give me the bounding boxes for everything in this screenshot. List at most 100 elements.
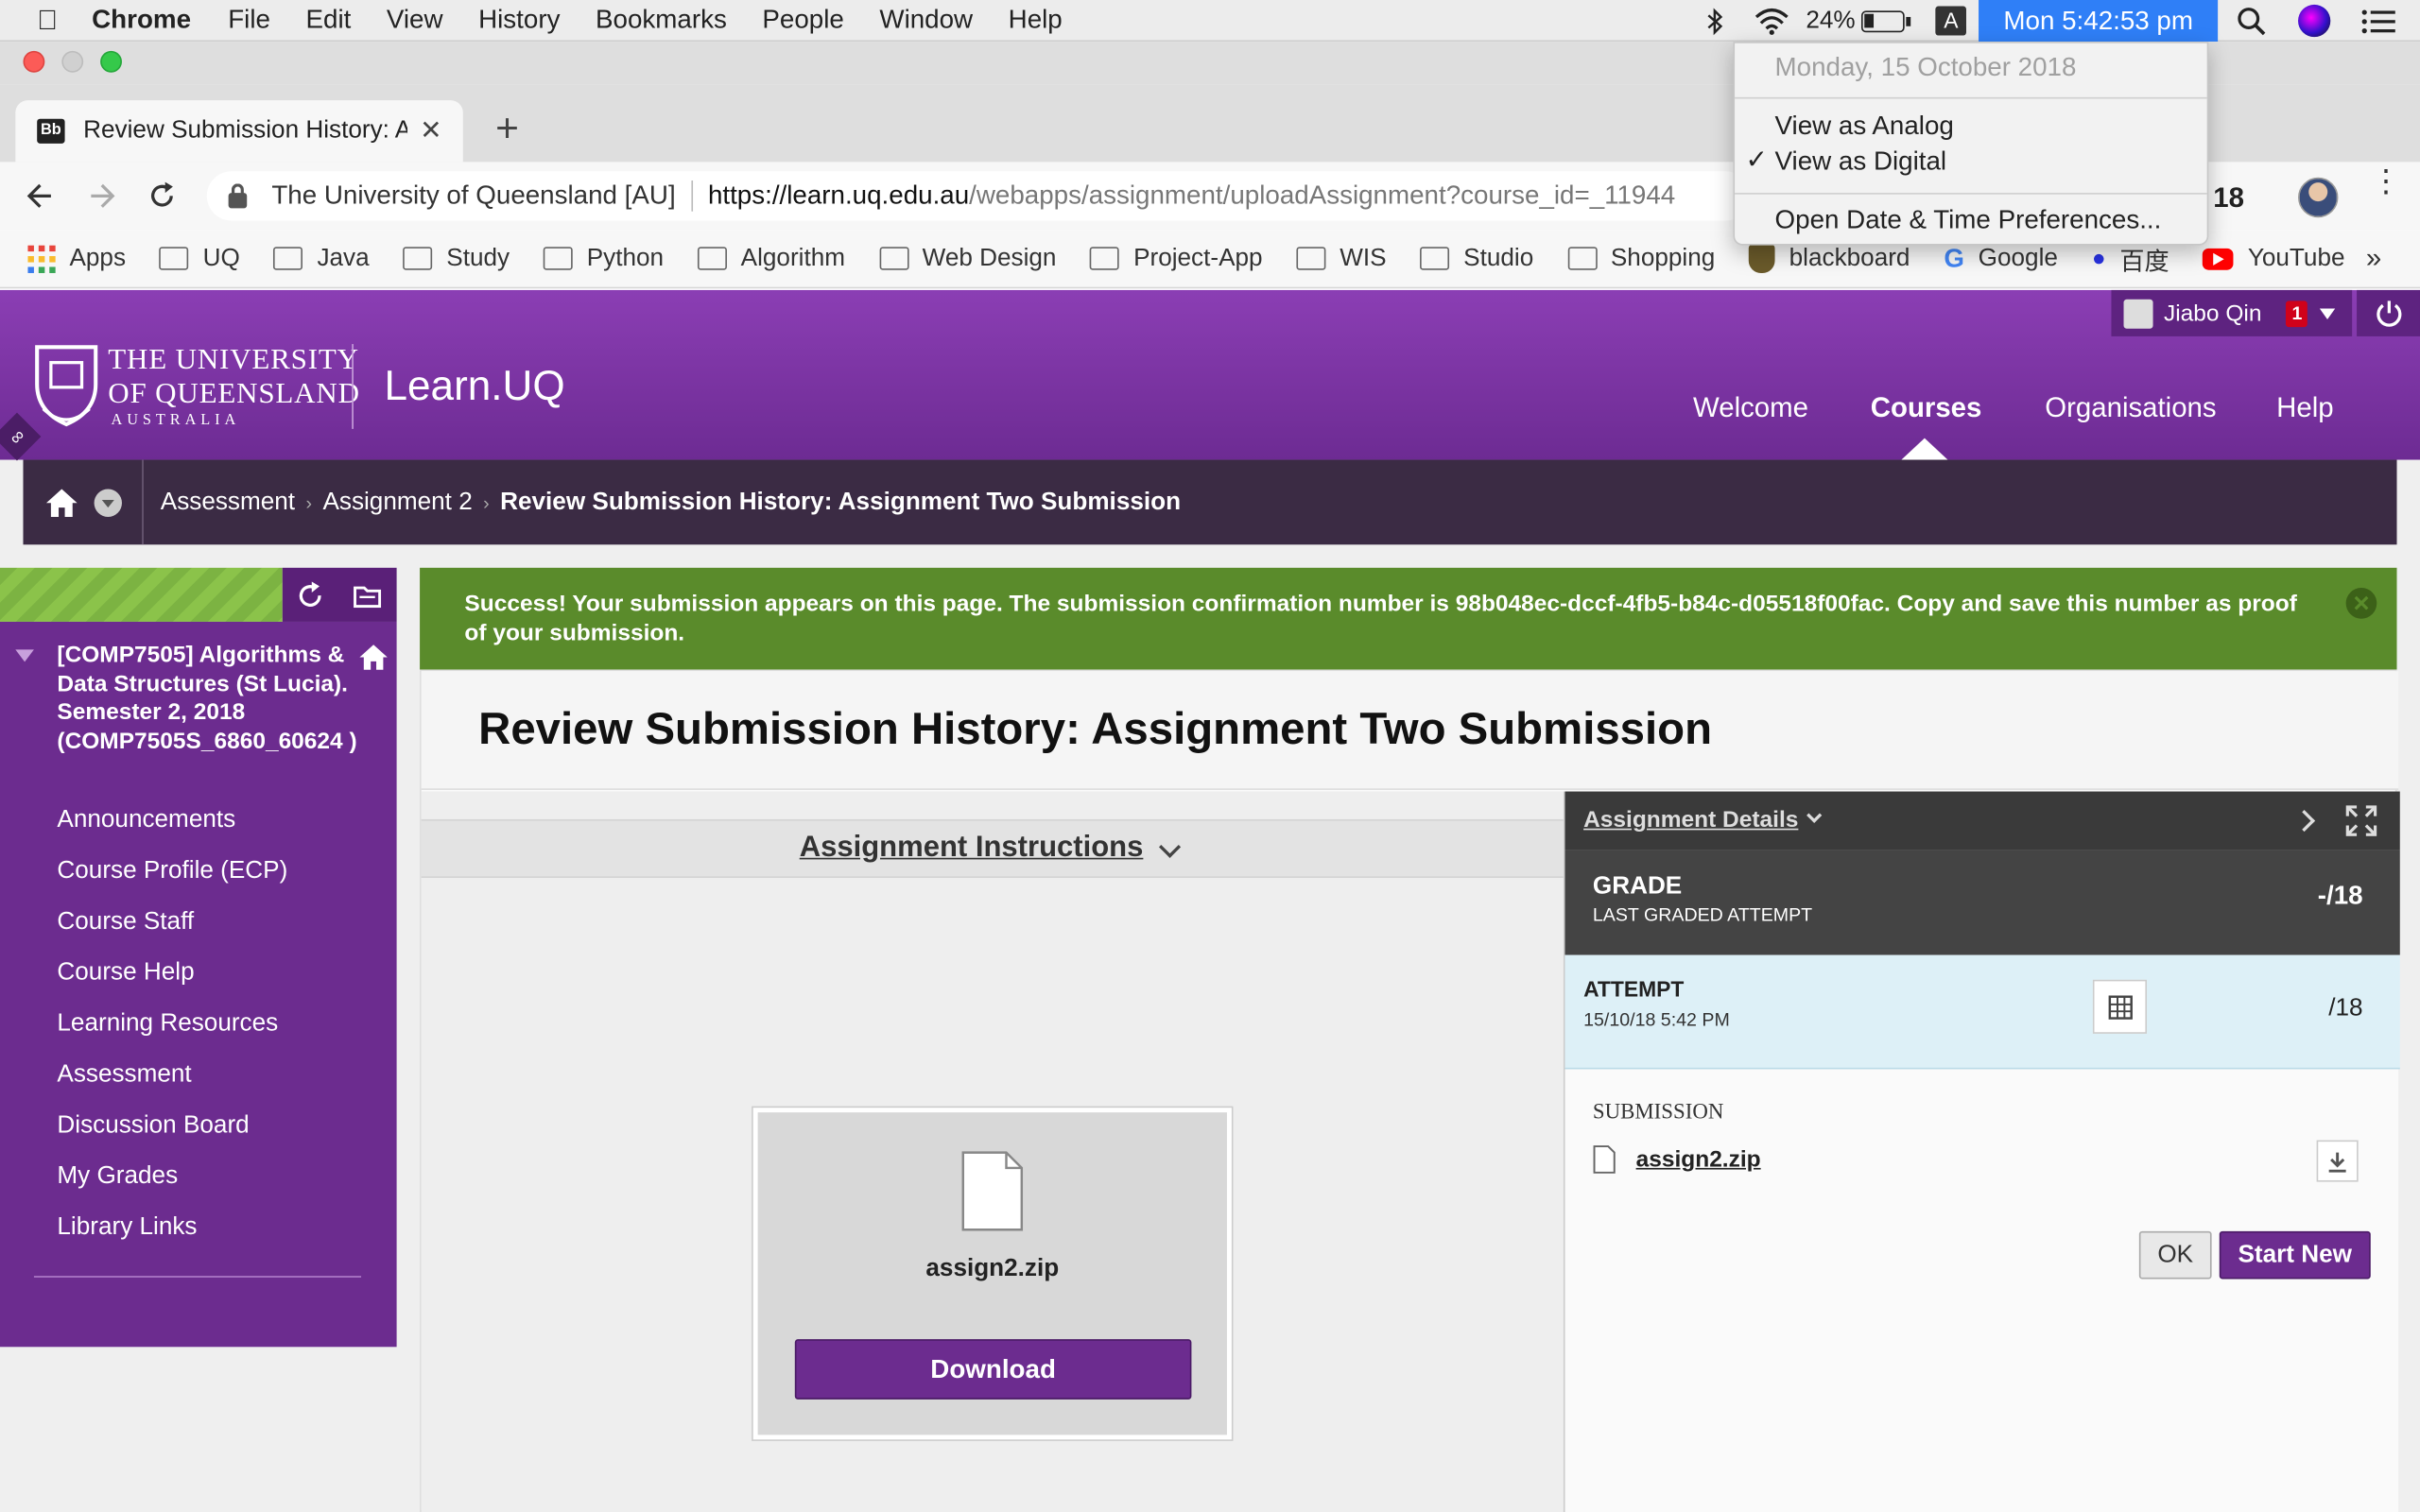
spotlight-search-icon[interactable] [2237,6,2268,37]
apple-icon[interactable]:  [37,4,58,36]
user-menu[interactable]: Jiabo Qin 1 [2111,289,2353,336]
course-home-icon[interactable] [358,644,389,671]
refresh-icon[interactable] [296,581,323,610]
collapse-triangle-icon[interactable] [15,649,34,662]
bookmark-baidu[interactable]: ● 百度 [2092,240,2169,277]
sidebar-item-announcements[interactable]: Announcements [57,807,235,834]
bookmark-folder-web-design[interactable]: Web Design [878,245,1056,272]
site-identity[interactable]: The University of Queensland [AU] [271,180,675,212]
submission-file-link[interactable]: assign2.zip [1636,1146,1761,1173]
bookmark-blackboard[interactable]: blackboard [1749,243,1910,273]
input-source-icon[interactable]: A [1935,6,1967,36]
attempt-row[interactable]: ATTEMPT 15/10/18 5:42 PM /18 [1564,954,2400,1070]
nav-welcome[interactable]: Welcome [1693,392,1808,424]
breadcrumb-assessment[interactable]: Assessment [161,489,295,516]
menu-view-analog[interactable]: View as Analog [1775,112,1954,143]
ok-button[interactable]: OK [2138,1230,2212,1280]
bookmarks-overflow-chevron[interactable]: » [2366,242,2381,274]
logout-power-icon[interactable] [2357,289,2420,336]
extension-counter[interactable]: 18 [2213,182,2244,215]
menu-view[interactable]: View [387,5,443,36]
chevron-right-icon[interactable] [2293,810,2316,833]
bookmark-folder-java[interactable]: Java [273,245,370,272]
bookmark-label: Shopping [1610,244,1716,271]
menu-help[interactable]: Help [1009,5,1063,36]
sidebar-progress [0,567,283,622]
new-tab-button[interactable]: + [495,108,519,147]
sidebar-item-course-profile[interactable]: Course Profile (ECP) [57,858,287,885]
notification-badge[interactable]: 1 [2286,300,2308,327]
menu-bookmarks[interactable]: Bookmarks [596,5,727,36]
menu-clock[interactable]: Mon 5:42:53 pm [1979,0,2219,43]
menu-app-name[interactable]: Chrome [92,5,191,36]
forward-arrow-icon[interactable] [86,180,117,212]
dismiss-close-icon[interactable]: ✕ [2345,588,2377,619]
start-new-button[interactable]: Start New [2219,1230,2371,1280]
battery-icon[interactable] [1861,9,1911,32]
menu-people[interactable]: People [762,5,843,36]
sidebar-item-discussion-board[interactable]: Discussion Board [57,1112,249,1140]
product-name[interactable]: Learn.UQ [385,363,565,411]
bookmark-folder-project-app[interactable]: Project-App [1090,245,1263,272]
details-toggle[interactable]: Assignment Details [1583,807,1798,833]
grade-table-icon[interactable] [2092,979,2148,1034]
submission-label: SUBMISSION [1592,1101,1724,1125]
siri-icon[interactable] [2298,4,2331,38]
bookmark-folder-study[interactable]: Study [403,245,510,272]
profile-avatar[interactable] [2298,177,2339,218]
bookmark-folder-uq[interactable]: UQ [159,245,240,272]
menu-view-digital[interactable]: View as Digital [1775,146,1947,178]
wifi-icon[interactable] [1754,7,1790,35]
menu-window[interactable]: Window [879,5,973,36]
bookmark-folder-studio[interactable]: Studio [1420,245,1533,272]
bookmark-google[interactable]: G Google [1944,243,2058,274]
bookmark-folder-shopping[interactable]: Shopping [1567,245,1715,272]
course-title[interactable]: [COMP7505] Algorithms & Data Structures … [57,642,362,756]
sidebar-item-learning-resources[interactable]: Learning Resources [57,1010,278,1038]
bookmark-label: 百度 [2119,249,2169,276]
bookmark-label: Google [1978,244,2058,271]
back-arrow-icon[interactable] [25,180,56,212]
browser-menu-icon[interactable]: ⋮ [2371,166,2402,198]
chevron-down-icon[interactable] [1806,807,1823,823]
nav-organisations[interactable]: Organisations [2045,392,2216,424]
nav-help[interactable]: Help [2276,392,2333,424]
close-window-button[interactable] [23,50,45,73]
sidebar-item-library-links[interactable]: Library Links [57,1214,197,1242]
bookmark-youtube[interactable]: YouTube [2203,245,2345,272]
download-button[interactable]: Download [794,1339,1192,1400]
bluetooth-icon[interactable] [1704,7,1726,35]
bookmark-folder-python[interactable]: Python [543,245,664,272]
download-icon[interactable] [2316,1140,2359,1182]
sidebar-item-course-staff[interactable]: Course Staff [57,909,194,936]
folder-icon [1420,247,1450,270]
tab-active[interactable]: Bb Review Submission History: As ✕ [15,100,463,163]
sidebar-item-my-grades[interactable]: My Grades [57,1163,178,1191]
breadcrumb-menu-icon[interactable] [94,488,122,517]
minimize-window-button[interactable] [61,50,84,73]
menu-edit[interactable]: Edit [305,5,351,36]
tab-close-icon[interactable]: ✕ [420,115,441,146]
instructions-toggle[interactable]: Assignment Instructions [800,832,1144,866]
reload-icon[interactable] [147,180,178,212]
expand-fullscreen-icon[interactable] [2345,805,2377,836]
chevron-down-icon[interactable] [2320,307,2336,319]
menu-file[interactable]: File [228,5,270,36]
home-icon[interactable] [44,487,78,518]
sidebar-item-course-help[interactable]: Course Help [57,960,194,988]
lock-icon[interactable] [228,182,248,208]
nav-courses[interactable]: Courses [1871,392,1982,424]
breadcrumb-chevron-icon: › [305,490,313,513]
notification-center-icon[interactable] [2361,9,2395,33]
bookmark-folder-algorithm[interactable]: Algorithm [697,245,845,272]
folder-view-icon[interactable] [354,583,382,609]
breadcrumb-assignment[interactable]: Assignment 2 [322,489,472,516]
sidebar-item-assessment[interactable]: Assessment [57,1061,191,1089]
address-bar[interactable]: The University of Queensland [AU] https:… [206,171,1751,221]
bookmark-apps[interactable]: Apps [27,244,126,273]
zoom-window-button[interactable] [100,50,122,73]
menu-open-preferences[interactable]: Open Date & Time Preferences... [1775,205,2162,236]
nav-active-indicator [1901,438,1948,460]
menu-history[interactable]: History [478,5,560,36]
bookmark-folder-wis[interactable]: WIS [1296,245,1387,272]
